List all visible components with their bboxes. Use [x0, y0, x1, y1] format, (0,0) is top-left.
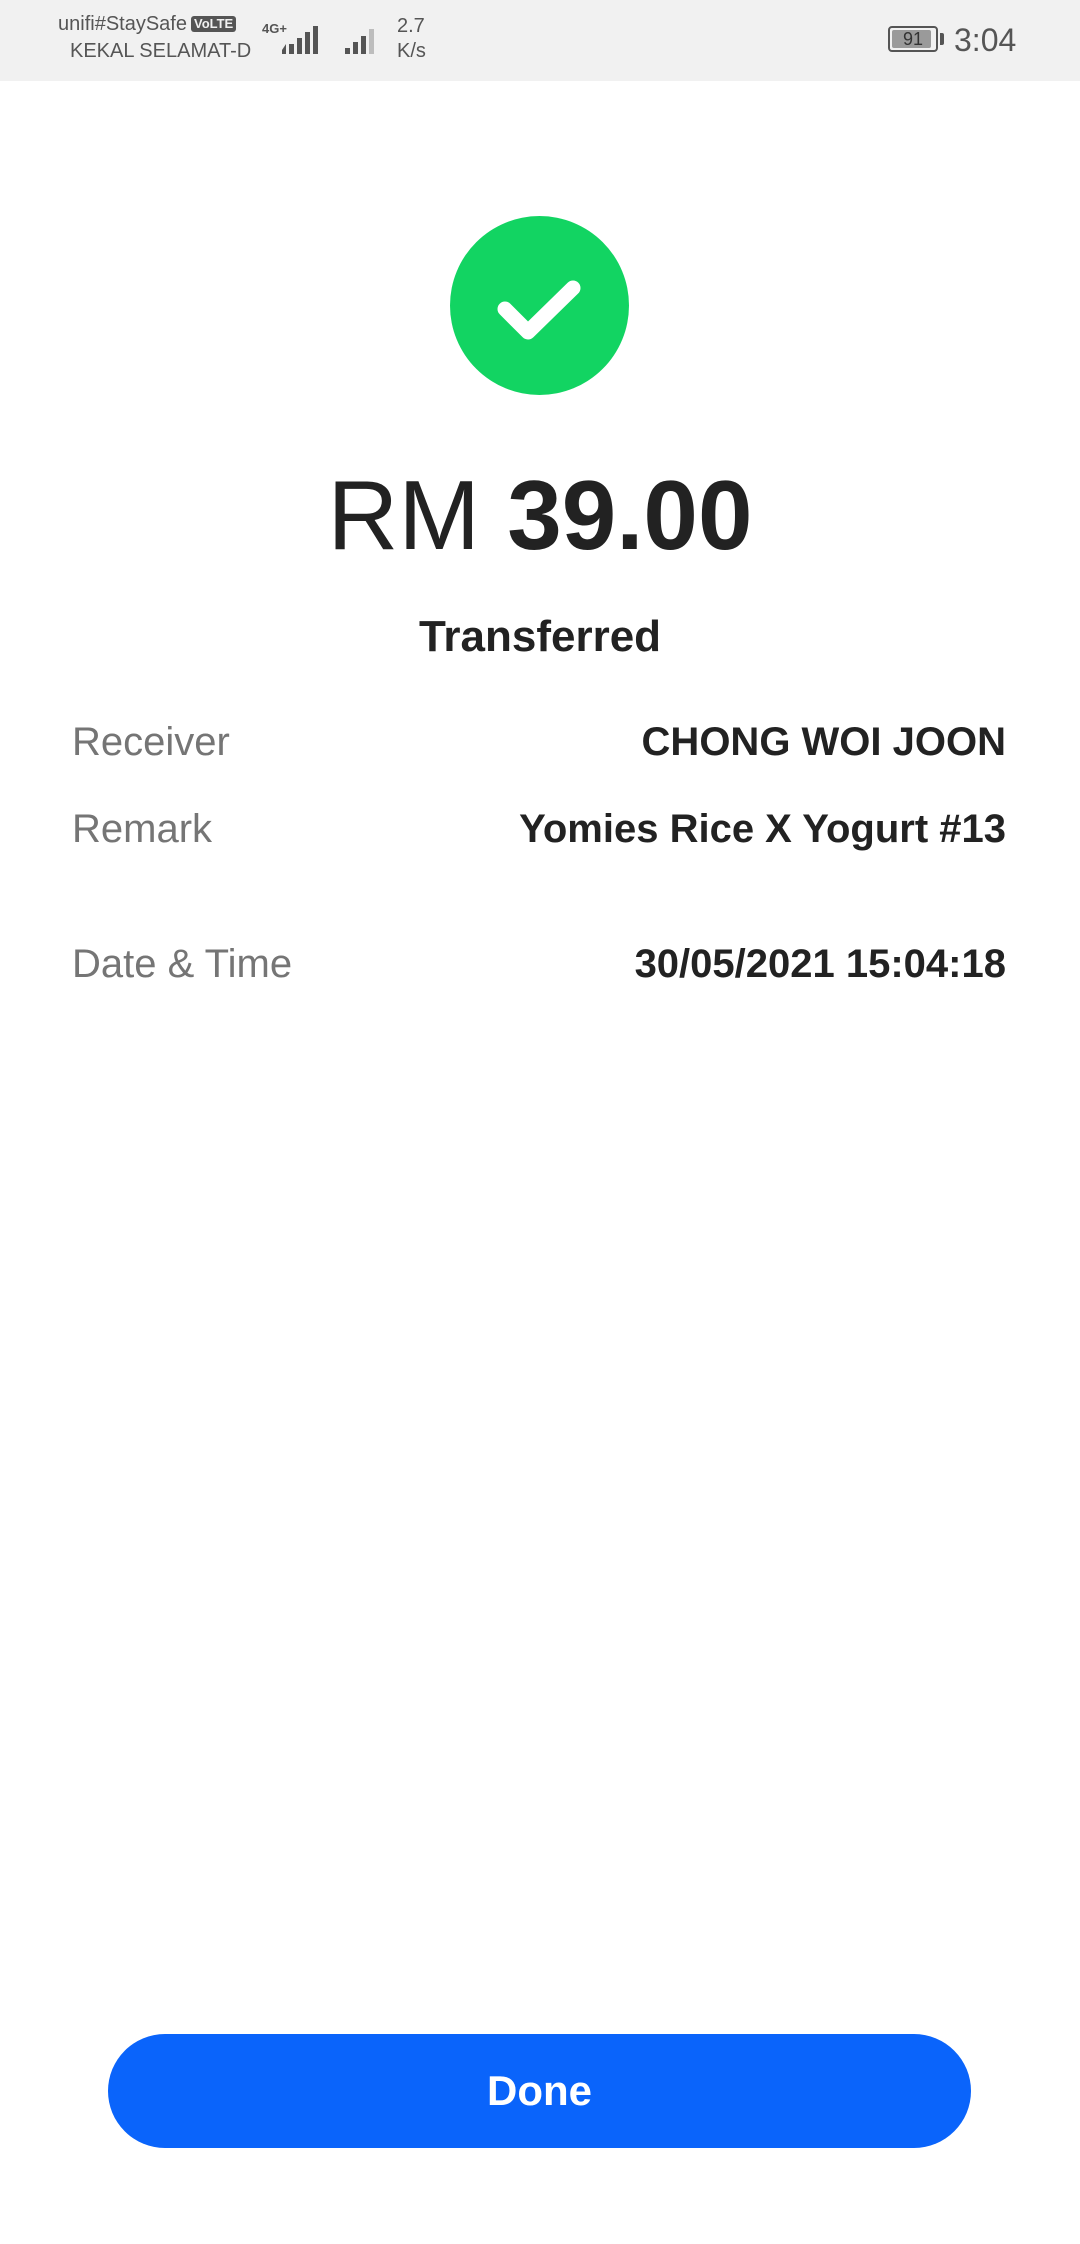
datetime-label: Date & Time	[72, 942, 293, 986]
battery-icon: 91	[888, 26, 938, 52]
remark-label: Remark	[72, 807, 213, 851]
carrier-name: unifi#StaySafe	[58, 13, 187, 35]
carrier-line: unifi#StaySafe VoLTE	[58, 10, 268, 38]
battery-cap	[940, 33, 944, 45]
battery-percent: 91	[902, 29, 924, 49]
receiver-label: Receiver	[72, 720, 230, 764]
datetime-value: 30/05/2021 15:04:18	[634, 942, 1006, 986]
amount-value: 39.00	[507, 460, 753, 570]
status-bar: unifi#StaySafe VoLTE KEKAL SELAMAT-D 4G+ …	[0, 0, 1080, 81]
network-speed: 2.7 K/s	[397, 14, 426, 64]
network-speed-value: 2.7	[397, 15, 425, 37]
done-button[interactable]: Done	[108, 2034, 971, 2148]
transfer-status: Transferred	[418, 612, 662, 661]
remark-value: Yomies Rice X Yogurt #13	[519, 807, 1006, 851]
carrier-info: unifi#StaySafe VoLTE KEKAL SELAMAT-D	[58, 10, 268, 64]
transfer-amount: RM 39.00	[0, 455, 1080, 575]
volte-badge: VoLTE	[190, 16, 237, 32]
receiver-value: CHONG WOI JOON	[641, 720, 1006, 764]
check-icon	[497, 280, 581, 340]
amount-currency: RM	[327, 460, 480, 570]
success-check-badge	[450, 216, 629, 395]
carrier-subtitle: KEKAL SELAMAT-D	[70, 40, 252, 62]
signal-strength-icon	[282, 26, 318, 54]
network-speed-unit: K/s	[397, 40, 426, 62]
status-clock: 3:04	[954, 22, 1017, 58]
signal-strength-secondary-icon	[345, 29, 374, 54]
